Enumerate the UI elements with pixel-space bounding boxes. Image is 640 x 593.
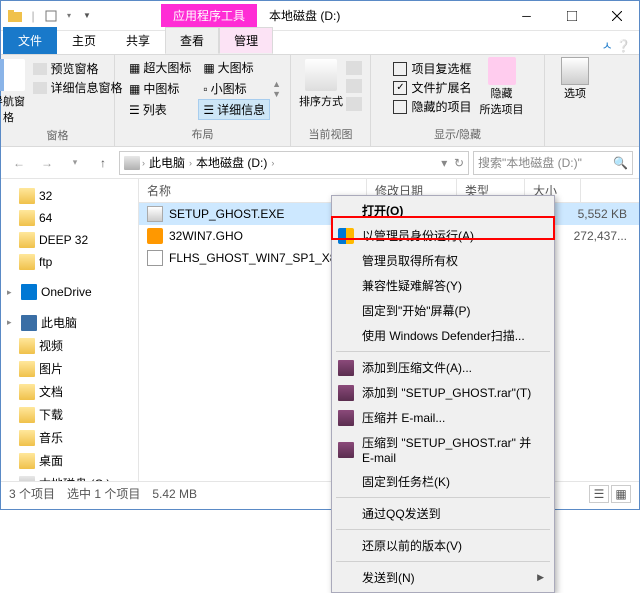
tab-home[interactable]: 主页 bbox=[57, 27, 111, 54]
tree-item[interactable]: ▸OneDrive bbox=[1, 281, 138, 303]
minimize-button[interactable]: ─ bbox=[504, 2, 549, 30]
view-details[interactable]: ☰详细信息 bbox=[198, 99, 270, 120]
qat-divider: | bbox=[25, 8, 41, 24]
help-button[interactable]: ㅅ ❔ bbox=[594, 37, 639, 54]
nav-pane-icon[interactable] bbox=[0, 59, 25, 91]
drive-icon bbox=[124, 156, 140, 170]
context-menu: 打开(O)以管理员身份运行(A)管理员取得所有权兼容性疑难解答(Y)固定到"开始… bbox=[331, 195, 555, 593]
close-button[interactable] bbox=[594, 2, 639, 30]
details-pane-button[interactable]: 详细信息窗格 bbox=[31, 78, 125, 97]
menu-item[interactable]: 固定到任务栏(K) bbox=[332, 469, 554, 494]
view-details-toggle[interactable]: ☰ bbox=[589, 485, 609, 503]
group-layout: 布局 bbox=[192, 124, 214, 144]
menu-item[interactable]: 管理员取得所有权 bbox=[332, 248, 554, 273]
tree-item[interactable]: DEEP 32 bbox=[1, 229, 138, 251]
menu-item[interactable]: 兼容性疑难解答(Y) bbox=[332, 273, 554, 298]
qat-dropdown-icon[interactable]: ▾ bbox=[61, 8, 77, 24]
menu-item[interactable]: 添加到压缩文件(A)... bbox=[332, 355, 554, 380]
tree-item[interactable]: 下载 bbox=[1, 403, 138, 426]
qat-props-icon[interactable] bbox=[43, 8, 59, 24]
breadcrumb[interactable]: › 此电脑 › 本地磁盘 (D:) › ▾ ↻ bbox=[119, 151, 469, 175]
view-icons-toggle[interactable]: ▦ bbox=[611, 485, 631, 503]
folder-icon bbox=[7, 8, 23, 24]
bc-drive[interactable]: 本地磁盘 (D:) bbox=[194, 154, 269, 171]
status-count: 3 个项目 bbox=[9, 485, 55, 502]
tab-view[interactable]: 查看 bbox=[165, 27, 219, 54]
menu-item[interactable]: 还原以前的版本(V) bbox=[332, 533, 554, 558]
tree-item[interactable]: 文档 bbox=[1, 380, 138, 403]
view-medium[interactable]: ▦中图标 bbox=[124, 78, 196, 99]
status-sel: 选中 1 个项目 bbox=[67, 485, 140, 502]
group-current: 当前视图 bbox=[309, 124, 353, 144]
view-extralarge[interactable]: ▦超大图标 bbox=[124, 57, 196, 78]
tree-item[interactable]: 音乐 bbox=[1, 426, 138, 449]
group-showhide: 显示/隐藏 bbox=[434, 124, 481, 144]
tree-item[interactable]: 图片 bbox=[1, 357, 138, 380]
nav-pane-label[interactable]: 导航窗格 bbox=[0, 93, 27, 125]
window-title: 本地磁盘 (D:) bbox=[257, 4, 352, 27]
sort-label[interactable]: 排序方式 bbox=[299, 93, 343, 109]
tree-item[interactable]: 本地磁盘 (C:) bbox=[1, 472, 138, 481]
view-list[interactable]: ☰列表 bbox=[124, 99, 196, 120]
forward-button[interactable]: → bbox=[35, 151, 59, 175]
recent-button[interactable]: ▾ bbox=[63, 151, 87, 175]
tab-manage[interactable]: 管理 bbox=[219, 27, 273, 54]
tree-item[interactable]: 桌面 bbox=[1, 449, 138, 472]
bc-pc[interactable]: 此电脑 bbox=[147, 154, 187, 171]
status-size: 5.42 MB bbox=[152, 487, 197, 501]
groupby-icon[interactable] bbox=[346, 61, 362, 75]
search-icon: 🔍 bbox=[613, 156, 628, 170]
menu-item[interactable]: 通过QQ发送到 bbox=[332, 501, 554, 526]
nav-tree[interactable]: 3264DEEP 32ftp ▸OneDrive ▸此电脑视频图片文档下载音乐桌面本… bbox=[1, 179, 139, 481]
contextual-tab: 应用程序工具 bbox=[161, 4, 257, 27]
menu-item[interactable]: 使用 Windows Defender扫描... bbox=[332, 323, 554, 348]
tab-file[interactable]: 文件 bbox=[3, 27, 57, 54]
menu-item[interactable]: 压缩并 E-mail... bbox=[332, 405, 554, 430]
checkbox-toggle[interactable]: 项目复选框 bbox=[391, 59, 473, 78]
ext-toggle[interactable]: ✓文件扩展名 bbox=[391, 78, 473, 97]
sizecol-icon[interactable] bbox=[346, 97, 362, 111]
preview-pane-button[interactable]: 预览窗格 bbox=[31, 59, 125, 78]
addcol-icon[interactable] bbox=[346, 79, 362, 93]
sort-icon[interactable] bbox=[305, 59, 337, 91]
up-button[interactable]: ↑ bbox=[91, 151, 115, 175]
maximize-button[interactable] bbox=[549, 2, 594, 30]
menu-item[interactable]: 压缩到 "SETUP_GHOST.rar" 并 E-mail bbox=[332, 430, 554, 469]
tree-item[interactable]: ▸此电脑 bbox=[1, 311, 138, 334]
menu-item[interactable]: 以管理员身份运行(A) bbox=[332, 223, 554, 248]
tree-item[interactable]: 32 bbox=[1, 185, 138, 207]
hide-icon[interactable] bbox=[488, 57, 516, 85]
menu-item[interactable]: 打开(O) bbox=[332, 198, 554, 223]
menu-item[interactable]: 固定到"开始"屏幕(P) bbox=[332, 298, 554, 323]
hidden-toggle[interactable]: 隐藏的项目 bbox=[391, 97, 473, 116]
tree-item[interactable]: 64 bbox=[1, 207, 138, 229]
tree-item[interactable]: ftp bbox=[1, 251, 138, 273]
tab-share[interactable]: 共享 bbox=[111, 27, 165, 54]
qat-overflow-icon[interactable]: ▼ bbox=[79, 8, 95, 24]
options-icon[interactable] bbox=[561, 57, 589, 85]
view-large[interactable]: ▦大图标 bbox=[198, 57, 270, 78]
back-button[interactable]: ← bbox=[7, 151, 31, 175]
menu-item[interactable]: 发送到(N)▶ bbox=[332, 565, 554, 590]
search-input[interactable]: 搜索"本地磁盘 (D:)" 🔍 bbox=[473, 151, 633, 175]
menu-item[interactable]: 添加到 "SETUP_GHOST.rar"(T) bbox=[332, 380, 554, 405]
view-small[interactable]: ▫小图标 bbox=[198, 78, 270, 99]
tree-item[interactable]: 视频 bbox=[1, 334, 138, 357]
group-panes: 窗格 bbox=[47, 125, 69, 145]
